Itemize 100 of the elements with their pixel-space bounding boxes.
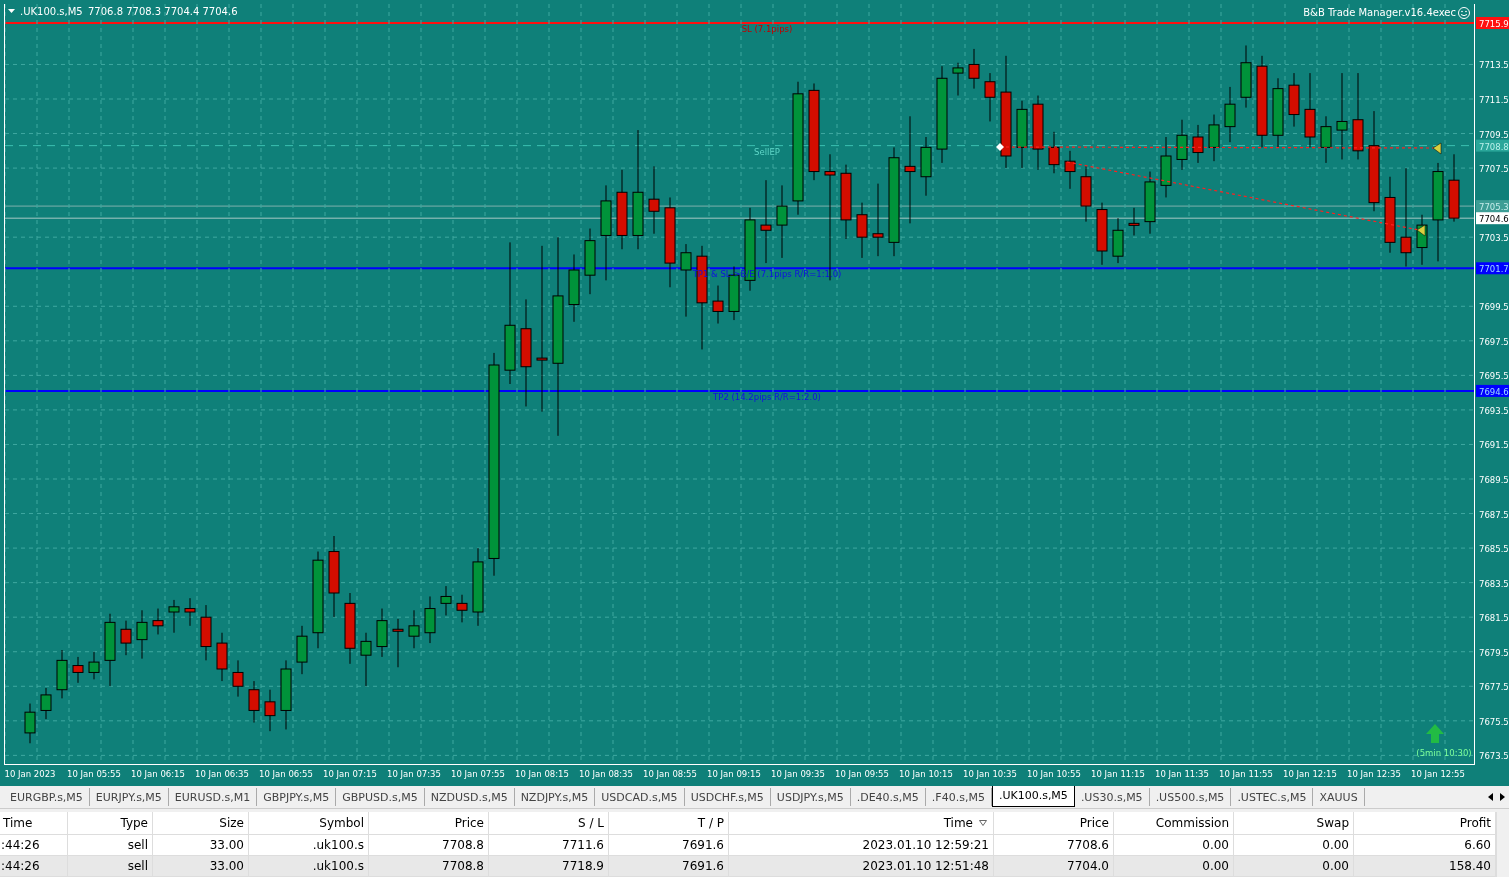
candle <box>1192 124 1204 164</box>
time-axis-label: 10 Jan 08:15 <box>515 769 569 779</box>
level-label: SellEP <box>754 146 780 157</box>
time-axis-label: 10 Jan 09:55 <box>835 769 889 779</box>
candle <box>968 48 980 90</box>
chart-tab[interactable]: .USTEC.s,M5 <box>1231 788 1314 806</box>
chart-tab[interactable]: GBPJPY.s,M5 <box>257 788 337 806</box>
column-header[interactable]: Symbol <box>319 816 364 830</box>
chart-tab[interactable]: .DE40.s,M5 <box>850 788 926 806</box>
chart-tab[interactable]: EURUSD.s,M1 <box>168 788 258 806</box>
table-cell: sell <box>68 856 153 876</box>
column-header[interactable]: Profit <box>1459 816 1491 830</box>
time-axis-label: 10 Jan 08:35 <box>579 769 633 779</box>
level-label: TP2 (14.2pips R/R=1:2.0) <box>713 391 821 402</box>
caret-icon <box>8 9 15 13</box>
candle <box>24 703 36 744</box>
price-axis-label: 7703.5 <box>1479 233 1509 244</box>
time-axis-label: 10 Jan 10:15 <box>899 769 953 779</box>
time-axis-label: 10 Jan 09:15 <box>707 769 761 779</box>
time-axis-label: 10 Jan 12:55 <box>1411 769 1465 779</box>
column-header[interactable]: Type <box>120 816 148 830</box>
chart-tab[interactable]: .UK100.s,M5 <box>991 786 1075 807</box>
table-cell: 33.00 <box>153 835 249 855</box>
candle <box>584 228 596 295</box>
scroll-left-icon[interactable] <box>1488 793 1494 801</box>
candle <box>1080 165 1092 223</box>
candle <box>1096 202 1108 266</box>
column-header[interactable]: Price <box>454 816 484 830</box>
chart-tab[interactable]: XAUUS <box>1313 788 1365 806</box>
candle <box>920 136 932 197</box>
candle <box>984 72 996 122</box>
table-cell: sell <box>68 835 153 855</box>
candle <box>40 687 52 720</box>
time-axis-label: 10 Jan 10:55 <box>1027 769 1081 779</box>
column-header[interactable]: Swap <box>1316 816 1349 830</box>
price-axis-label: 7713.5 <box>1479 60 1509 71</box>
chart-tab[interactable]: NZDUSD.s,M5 <box>424 788 515 806</box>
column-header[interactable]: T / P <box>697 816 724 830</box>
table-cell: 7711.6 <box>489 835 609 855</box>
time-axis-label: 10 Jan 05:55 <box>67 769 121 779</box>
column-header[interactable]: S / L <box>578 816 604 830</box>
price-axis-label: 7673.5 <box>1479 751 1509 762</box>
price-axis-label: 7683.5 <box>1479 578 1509 589</box>
time-axis-label: 10 Jan 06:15 <box>131 769 185 779</box>
column-header[interactable]: Time <box>3 816 33 830</box>
price-axis-label: 7709.5 <box>1479 129 1509 140</box>
time-axis-label: 10 Jan 11:35 <box>1155 769 1209 779</box>
price-axis-label: 7699.5 <box>1479 302 1509 313</box>
chart-tab[interactable]: EURGBP.s,M5 <box>4 788 90 806</box>
time-axis-label: 10 Jan 08:55 <box>643 769 697 779</box>
table-cell: .uk100.s <box>249 856 369 876</box>
table-cell: :44:26 <box>0 835 68 855</box>
candle <box>120 620 132 656</box>
chart-tab[interactable]: .US30.s,M5 <box>1074 788 1150 806</box>
candle <box>1240 44 1252 109</box>
candle <box>952 62 964 97</box>
table-cell: .uk100.s <box>249 835 369 855</box>
candle <box>1160 136 1172 198</box>
scroll-right-icon[interactable] <box>1499 793 1505 801</box>
up-arrow-icon <box>1426 724 1444 743</box>
candle <box>168 599 180 634</box>
sort-icon[interactable] <box>979 820 987 826</box>
chart-tab[interactable]: NZDJPY.s,M5 <box>514 788 596 806</box>
column-header[interactable]: Commission <box>1155 816 1229 830</box>
column-header[interactable]: Price <box>1079 816 1109 830</box>
chart-tab[interactable]: USDCAD.s,M5 <box>595 788 685 806</box>
candle <box>216 632 228 682</box>
candle <box>424 595 436 644</box>
time-axis-label: 10 Jan 09:35 <box>771 769 825 779</box>
candle <box>136 609 148 660</box>
table-cell: 0.00 <box>1114 856 1234 876</box>
price-axis-label: 7677.5 <box>1479 682 1509 693</box>
price-tag: 7705.3 <box>1476 200 1509 213</box>
price-axis-label: 7675.5 <box>1479 716 1509 727</box>
candle <box>184 597 196 627</box>
chart-tab[interactable]: EURJPY.s,M5 <box>89 788 169 806</box>
chart-symbol: .UK100.s,M5 <box>20 6 83 17</box>
candle <box>56 649 68 699</box>
price-axis-label: 7691.5 <box>1479 440 1509 451</box>
candle <box>1048 131 1060 174</box>
chart-tab[interactable]: .US500.s,M5 <box>1149 788 1232 806</box>
column-header[interactable]: Time <box>943 816 973 830</box>
candle <box>280 659 292 730</box>
time-axis-label: 10 Jan 07:15 <box>323 769 377 779</box>
scrollbar[interactable] <box>1496 812 1509 877</box>
candle <box>248 680 260 724</box>
table-cell: 0.00 <box>1114 835 1234 855</box>
candle <box>1144 171 1156 235</box>
chart-tab[interactable]: USDCHF.s,M5 <box>684 788 771 806</box>
table-cell: 7718.9 <box>489 856 609 876</box>
candle <box>648 165 660 235</box>
candle <box>1208 114 1220 162</box>
column-header[interactable]: Size <box>219 816 244 830</box>
candle <box>88 651 100 680</box>
chart-tab[interactable]: GBPUSD.s,M5 <box>336 788 425 806</box>
table-cell: 0.00 <box>1234 835 1354 855</box>
candle <box>1448 153 1460 223</box>
ohlc-values: 7706.8 7708.3 7704.4 7704.6 <box>88 6 238 17</box>
chart-tab[interactable]: USDJPY.s,M5 <box>770 788 851 806</box>
chart-tab[interactable]: .F40.s,M5 <box>925 788 992 806</box>
